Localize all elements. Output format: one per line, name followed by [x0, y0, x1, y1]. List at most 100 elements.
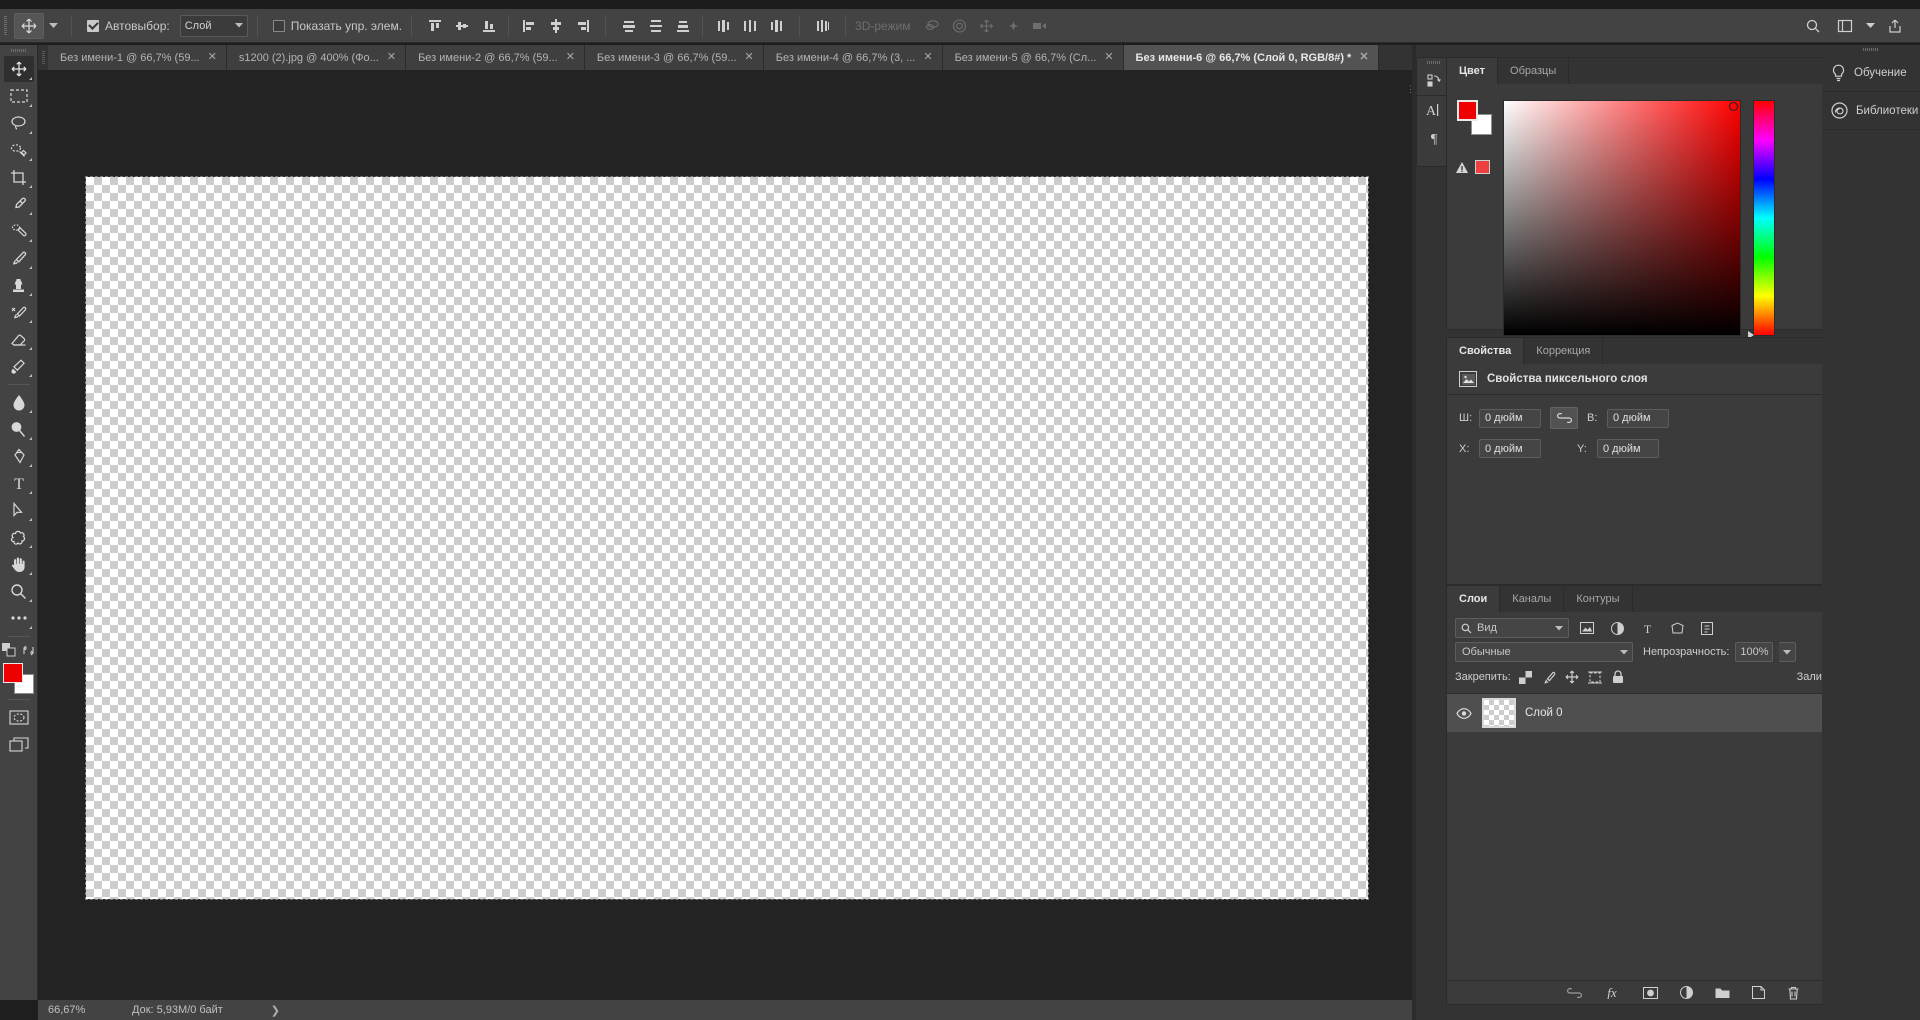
share-icon[interactable] [1880, 13, 1910, 39]
lasso-tool[interactable] [4, 110, 34, 136]
layer-thumbnail[interactable] [1482, 698, 1516, 728]
hue-slider[interactable] [1748, 100, 1775, 339]
filter-type-icon[interactable]: T [1635, 618, 1659, 638]
document-tab-4[interactable]: Без имени-3 @ 66,7% (59... ✕ [584, 45, 764, 70]
distribute-spacing-icon[interactable] [809, 13, 836, 39]
show-controls-checkbox-group[interactable]: Показать упр. элем. [272, 19, 402, 33]
close-icon[interactable]: ✕ [566, 52, 575, 63]
chevron-down-icon[interactable] [1862, 13, 1878, 39]
swap-colors-icon[interactable] [22, 644, 35, 657]
document-tab-7-active[interactable]: Без имени-6 @ 66,7% (Слой 0, RGB/8#) * ✕ [1123, 45, 1379, 70]
lock-all-icon[interactable] [1610, 669, 1626, 685]
autoselect-scope-dropdown[interactable]: Слой [179, 14, 248, 37]
close-icon[interactable]: ✕ [1359, 52, 1368, 63]
align-bottom-edges-icon[interactable] [475, 13, 502, 39]
screen-mode-icon[interactable] [4, 731, 34, 757]
edit-toolbar-tool[interactable] [4, 605, 34, 631]
search-icon[interactable] [1798, 13, 1828, 39]
hand-tool[interactable] [4, 551, 34, 577]
autoselect-checkbox[interactable] [87, 19, 99, 32]
panel-discover[interactable]: Обучение [1822, 54, 1920, 92]
paragraph-panel-icon[interactable]: ¶ [1419, 124, 1449, 152]
align-vertical-centers-icon[interactable] [448, 13, 475, 39]
x-input[interactable]: 0 дюйм [1479, 439, 1541, 458]
distribute-horizontal-centers-icon[interactable] [736, 13, 763, 39]
height-input[interactable]: 0 дюйм [1607, 408, 1669, 428]
distribute-right-edges-icon[interactable] [763, 13, 790, 39]
layer-name[interactable]: Слой 0 [1525, 707, 1563, 719]
lock-transparent-pixels-icon[interactable] [1518, 669, 1534, 685]
tool-preset-chevron-icon[interactable] [44, 13, 62, 39]
show-controls-checkbox[interactable] [272, 19, 285, 32]
opacity-input[interactable]: 100% [1735, 642, 1774, 662]
new-layer-icon[interactable] [1751, 986, 1765, 999]
rectangular-marquee-tool[interactable] [4, 83, 34, 109]
y-input[interactable]: 0 дюйм [1597, 439, 1659, 458]
move-tool-icon[interactable] [14, 12, 44, 39]
zoom-tool[interactable] [4, 578, 34, 604]
filter-shape-icon[interactable] [1665, 618, 1689, 638]
document-canvas[interactable] [85, 176, 1369, 900]
layer-mask-icon[interactable] [1642, 986, 1658, 999]
link-dimensions-icon[interactable] [1550, 407, 1578, 429]
dodge-tool[interactable] [4, 416, 34, 442]
align-right-edges-icon[interactable] [569, 13, 596, 39]
document-tab-1[interactable]: Без имени-1 @ 66,7% (59... ✕ [48, 45, 227, 70]
opacity-stepper-icon[interactable] [1779, 642, 1797, 662]
history-actions-icon[interactable] [1419, 67, 1449, 95]
tab-channels[interactable]: Каналы [1500, 586, 1565, 612]
color-field-picker[interactable] [1503, 100, 1741, 336]
close-icon[interactable]: ✕ [387, 52, 396, 63]
distribute-bottom-edges-icon[interactable] [669, 13, 696, 39]
layer-visibility-icon[interactable] [1455, 704, 1473, 722]
tab-properties[interactable]: Свойства [1447, 338, 1525, 364]
canvas-area[interactable] [38, 70, 1416, 1000]
type-tool[interactable]: T [4, 470, 34, 496]
lock-position-icon[interactable] [1564, 669, 1580, 685]
eyedropper-tool[interactable] [4, 191, 34, 217]
tab-layers[interactable]: Слои [1447, 586, 1501, 612]
clone-stamp-tool[interactable] [4, 272, 34, 298]
crop-tool[interactable] [4, 164, 34, 190]
blend-mode-dropdown[interactable]: Обычные [1455, 642, 1633, 662]
filter-adjustment-icon[interactable] [1605, 618, 1629, 638]
panel-libraries[interactable]: Библиотеки [1822, 92, 1920, 130]
gamut-replacement-swatch[interactable] [1475, 160, 1490, 174]
autoselect-checkbox-group[interactable]: Автовыбор: [87, 19, 170, 33]
options-bar-grip[interactable] [0, 9, 10, 43]
document-tab-3[interactable]: Без имени-2 @ 66,7% (59... ✕ [406, 45, 585, 70]
tab-paths[interactable]: Контуры [1564, 586, 1633, 612]
tab-bar-grip[interactable] [38, 45, 48, 70]
workspace-icon[interactable] [1830, 13, 1860, 39]
gamut-warning-group[interactable] [1455, 160, 1490, 174]
tab-adjustments[interactable]: Коррекция [1524, 338, 1604, 364]
layer-filter-dropdown[interactable]: Вид [1455, 618, 1569, 638]
gradient-tool[interactable] [4, 353, 34, 379]
close-icon[interactable]: ✕ [923, 52, 932, 63]
pen-tool[interactable] [4, 443, 34, 469]
status-expand-icon[interactable]: ❯ [271, 1004, 280, 1017]
color-picker-handle[interactable] [1729, 102, 1738, 111]
close-icon[interactable]: ✕ [1104, 52, 1113, 63]
tools-panel-grip[interactable] [0, 45, 37, 56]
document-tab-5[interactable]: Без имени-4 @ 66,7% (3, ... ✕ [763, 45, 943, 70]
lock-artboard-nesting-icon[interactable] [1587, 669, 1603, 685]
quick-mask-icon[interactable] [4, 704, 34, 730]
document-tab-2[interactable]: s1200 (2).jpg @ 400% (Фо... ✕ [226, 45, 407, 70]
lock-image-pixels-icon[interactable] [1541, 669, 1557, 685]
document-tab-6[interactable]: Без имени-5 @ 66,7% (Сл... ✕ [942, 45, 1124, 70]
distribute-left-edges-icon[interactable] [709, 13, 736, 39]
distribute-vertical-centers-icon[interactable] [642, 13, 669, 39]
foreground-color-swatch[interactable] [2, 663, 23, 683]
close-icon[interactable]: ✕ [745, 52, 754, 63]
custom-shape-tool[interactable] [4, 524, 34, 550]
path-selection-tool[interactable] [4, 497, 34, 523]
filter-smart-object-icon[interactable] [1695, 618, 1719, 638]
character-panel-icon[interactable]: A [1419, 96, 1449, 124]
far-right-grip[interactable] [1822, 45, 1920, 54]
align-horizontal-centers-icon[interactable] [542, 13, 569, 39]
blur-tool[interactable] [4, 389, 34, 415]
align-top-edges-icon[interactable] [421, 13, 448, 39]
move-tool[interactable] [3, 56, 34, 82]
healing-brush-tool[interactable] [4, 218, 34, 244]
